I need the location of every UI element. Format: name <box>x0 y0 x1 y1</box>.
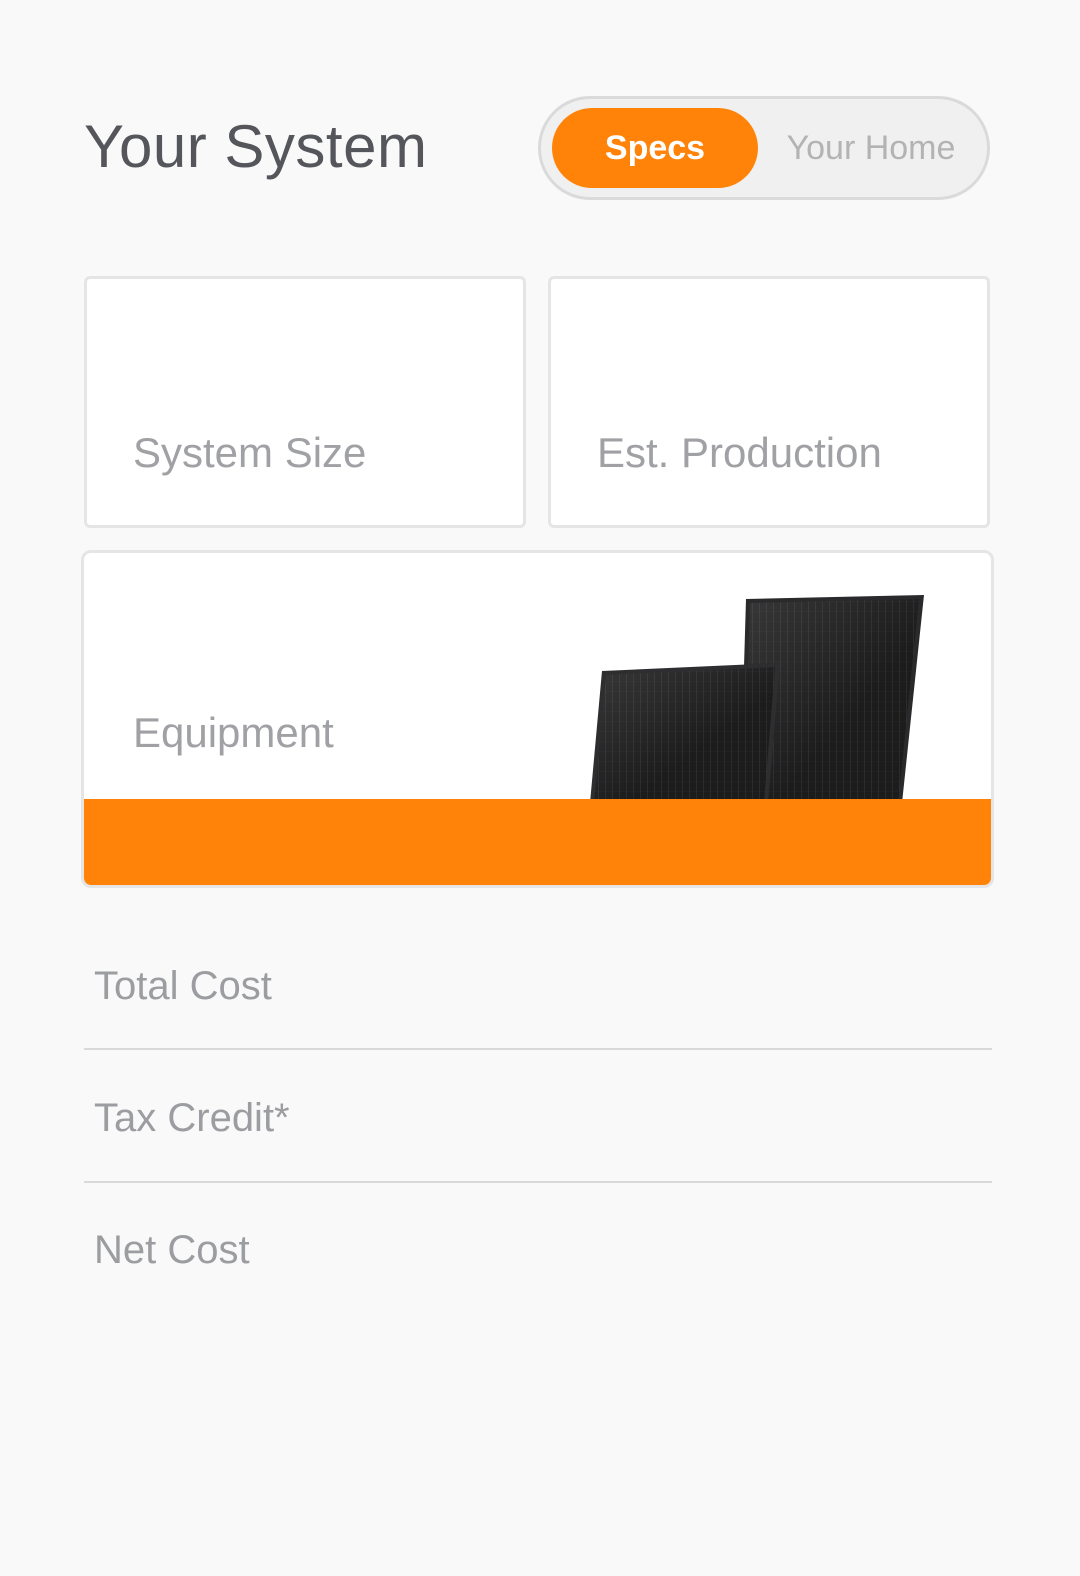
divider <box>84 1181 992 1183</box>
page-title: Your System <box>84 113 428 180</box>
system-size-label: System Size <box>133 429 367 476</box>
your-system-page: Your System Specs Your Home System Size … <box>0 0 1080 1576</box>
tax-credit-label: Tax Credit* <box>94 1096 290 1140</box>
net-cost-label: Net Cost <box>94 1228 250 1272</box>
solar-panel-front <box>590 663 780 803</box>
equipment-label: Equipment <box>133 709 334 756</box>
tax-credit-row: Tax Credit* <box>84 1092 992 1180</box>
divider <box>84 1048 992 1050</box>
total-cost-row: Total Cost <box>84 960 992 1048</box>
est-production-card[interactable]: Est. Production <box>548 276 990 528</box>
equipment-accent-bar <box>84 799 991 885</box>
system-size-card[interactable]: System Size <box>84 276 526 528</box>
specs-home-toggle[interactable]: Specs Your Home <box>538 96 990 200</box>
solar-panels-image <box>590 595 924 803</box>
toggle-specs[interactable]: Specs <box>552 108 758 188</box>
est-production-label: Est. Production <box>597 429 882 476</box>
equipment-card[interactable]: Equipment <box>81 550 994 888</box>
net-cost-row: Net Cost <box>84 1224 992 1312</box>
total-cost-label: Total Cost <box>94 964 272 1008</box>
toggle-your-home[interactable]: Your Home <box>766 108 976 188</box>
